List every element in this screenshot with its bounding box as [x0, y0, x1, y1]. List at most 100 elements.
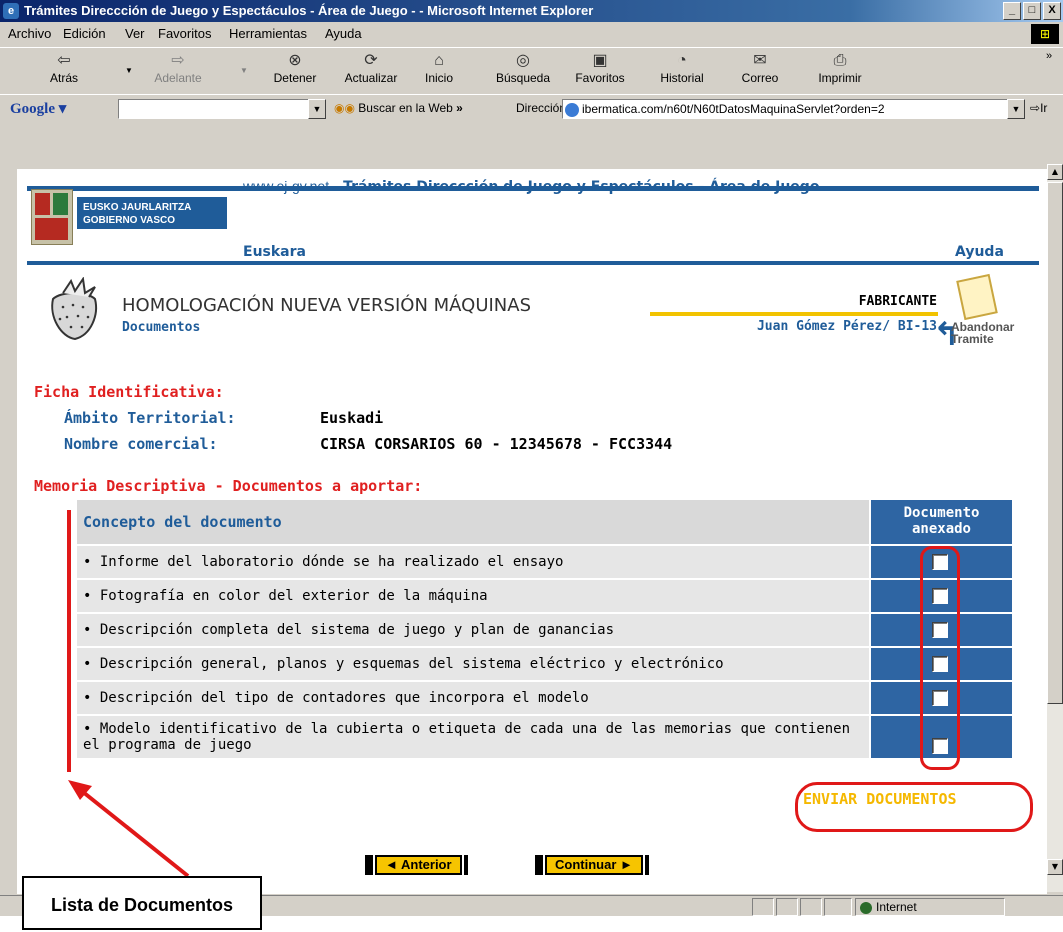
forward-button[interactable]: ⇨ Adelante: [148, 51, 208, 85]
page-icon: [565, 102, 579, 117]
memoria-heading: Memoria Descriptiva - Documentos a aport…: [34, 477, 423, 495]
print-button[interactable]: ⎙ Imprimir: [810, 51, 870, 85]
stop-icon: ⊗: [288, 52, 302, 69]
nombre-label: Nombre comercial:: [64, 435, 218, 453]
search-icon: ◎: [516, 52, 530, 69]
callout-label: Lista de Documentos: [22, 876, 262, 930]
google-logo[interactable]: Google ▾: [10, 99, 66, 118]
menu-favoritos[interactable]: Favoritos: [158, 26, 211, 41]
window-title: Trámites Direccción de Juego y Espectácu…: [24, 3, 594, 18]
page-title: HOMOLOGACIÓN NUEVA VERSIÓN MÁQUINAS: [122, 295, 532, 316]
refresh-button[interactable]: ⟳ Actualizar: [336, 51, 406, 85]
coat-of-arms-icon: [31, 189, 73, 245]
menu-ayuda[interactable]: Ayuda: [325, 26, 362, 41]
mail-button[interactable]: ✉ Correo: [735, 51, 785, 85]
history-button[interactable]: ◔ Historial: [652, 51, 712, 85]
favorites-button[interactable]: ▣ Favoritos: [570, 51, 630, 85]
address-bar[interactable]: ibermatica.com/n60t/N60tDatosMaquinaServ…: [562, 99, 1008, 119]
stop-button[interactable]: ⊗ Detener: [270, 51, 320, 85]
google-search-input[interactable]: [118, 99, 309, 119]
document-concept: • Fotografía en color del exterior de la…: [77, 580, 869, 612]
ambito-value: Euskadi: [320, 409, 384, 427]
security-zone: Internet: [855, 898, 1005, 916]
table-header: Concepto del documento Documento anexado: [77, 500, 1012, 544]
ambito-label: Ámbito Territorial:: [64, 409, 236, 427]
logo-line-2: GOBIERNO VASCO: [83, 215, 176, 226]
table-row: • Descripción completa del sistema de ju…: [77, 614, 1012, 646]
column-header-anexado: Documento anexado: [871, 500, 1012, 544]
vertical-scrollbar[interactable]: ▲ ▼: [1047, 164, 1063, 892]
close-button[interactable]: X: [1043, 2, 1061, 20]
forward-arrow-icon: ⇨: [171, 52, 185, 69]
header-title: Trámites Direccción de Juego y Espectácu…: [343, 179, 820, 195]
mail-icon: ✉: [753, 52, 767, 69]
page-subtitle: Documentos: [122, 320, 201, 335]
document-concept: • Modelo identificativo de la cubierta o…: [77, 716, 869, 758]
site-header: www.ej-gv.net - Trámites Direccción de J…: [243, 178, 820, 195]
windows-logo-icon: ⊞: [1031, 24, 1059, 44]
title-underline: [650, 312, 938, 316]
list-bracket-line: [67, 510, 71, 772]
table-row: • Fotografía en color del exterior de la…: [77, 580, 1012, 612]
document-concept: • Informe del laboratorio dónde se ha re…: [77, 546, 869, 578]
toolbar-chevron-icon[interactable]: »: [1046, 50, 1052, 62]
title-bar: e Trámites Direccción de Juego y Espectá…: [0, 0, 1063, 22]
table-row: • Informe del laboratorio dónde se ha re…: [77, 546, 1012, 578]
euskara-link[interactable]: Euskara: [243, 244, 306, 260]
home-icon: ⌂: [434, 52, 444, 69]
gv-logo[interactable]: EUSKO JAURLARITZA GOBIERNO VASCO: [31, 187, 233, 247]
forward-dropdown-icon[interactable]: ▼: [240, 66, 248, 75]
menu-edicion[interactable]: Edición: [63, 26, 106, 41]
menu-bar: Archivo Edición Ver Favoritos Herramient…: [0, 22, 1063, 46]
favorites-icon: ▣: [592, 52, 608, 69]
maximize-button[interactable]: □: [1023, 2, 1041, 20]
minimize-button[interactable]: _: [1003, 2, 1021, 20]
nombre-value: CIRSA CORSARIOS 60 - 12345678 - FCC3344: [320, 435, 673, 453]
back-dropdown-icon[interactable]: ▼: [125, 66, 133, 75]
go-button[interactable]: ⇨Ir: [1030, 101, 1047, 115]
google-search-dropdown-icon[interactable]: ▼: [308, 99, 326, 119]
search-button[interactable]: ◎ Búsqueda: [493, 51, 553, 85]
next-button[interactable]: Continuar ►: [535, 855, 649, 875]
home-button[interactable]: ⌂ Inicio: [419, 51, 459, 85]
user-name: Juan Gómez Pérez/ BI-13: [756, 319, 937, 334]
scroll-up-icon[interactable]: ▲: [1047, 164, 1063, 180]
table-row: • Descripción general, planos y esquemas…: [77, 648, 1012, 680]
send-highlight-oval: [795, 782, 1033, 832]
abandon-button[interactable]: ↰ Abandonar Tramite: [925, 273, 1025, 353]
address-dropdown-icon[interactable]: ▼: [1007, 99, 1025, 119]
document-concept: • Descripción completa del sistema de ju…: [77, 614, 869, 646]
print-icon: ⎙: [833, 52, 847, 69]
menu-ver[interactable]: Ver: [125, 26, 145, 41]
address-label: Dirección: [516, 101, 567, 115]
ficha-heading: Ficha Identificativa:: [34, 383, 224, 401]
standard-toolbar: ⇦ Atrás ▼ ⇨ Adelante ▼ ⊗ Detener ⟳ Actualiza…: [0, 47, 1063, 95]
site-url[interactable]: www.ej-gv.net: [243, 178, 329, 194]
column-header-concepto: Concepto del documento: [77, 500, 869, 544]
document-concept: • Descripción del tipo de contadores que…: [77, 682, 869, 714]
checkbox-highlight-oval: [920, 546, 960, 770]
menu-archivo[interactable]: Archivo: [8, 26, 51, 41]
history-icon: ◔: [677, 52, 687, 69]
document-icon: [956, 273, 998, 321]
prev-button[interactable]: ◄ Anterior: [365, 855, 468, 875]
user-role: FABRICANTE: [858, 294, 937, 309]
search-web-button[interactable]: ◉◉ Buscar en la Web »: [334, 101, 463, 115]
help-link[interactable]: Ayuda: [955, 244, 1004, 260]
strawberry-icon: [51, 277, 97, 341]
menu-herramientas[interactable]: Herramientas: [229, 26, 307, 41]
binoculars-icon: ◉◉: [334, 101, 355, 115]
back-arrow-icon: ⇦: [57, 52, 71, 69]
scroll-down-icon[interactable]: ▼: [1047, 859, 1063, 875]
ie-icon: e: [3, 3, 19, 19]
globe-icon: [860, 901, 872, 914]
scroll-thumb[interactable]: [1047, 182, 1063, 704]
google-toolbar: Google ▾ ▼ ◉◉ Buscar en la Web » Direcci…: [0, 94, 1063, 123]
logo-line-1: EUSKO JAURLARITZA: [83, 202, 192, 213]
table-row: • Descripción del tipo de contadores que…: [77, 682, 1012, 714]
table-row: • Modelo identificativo de la cubierta o…: [77, 716, 1012, 758]
back-button[interactable]: ⇦ Atrás: [44, 51, 84, 85]
document-concept: • Descripción general, planos y esquemas…: [77, 648, 869, 680]
ie-window: e Trámites Direccción de Juego y Espectá…: [0, 0, 1063, 916]
header-bottom-bar: [27, 261, 1039, 265]
